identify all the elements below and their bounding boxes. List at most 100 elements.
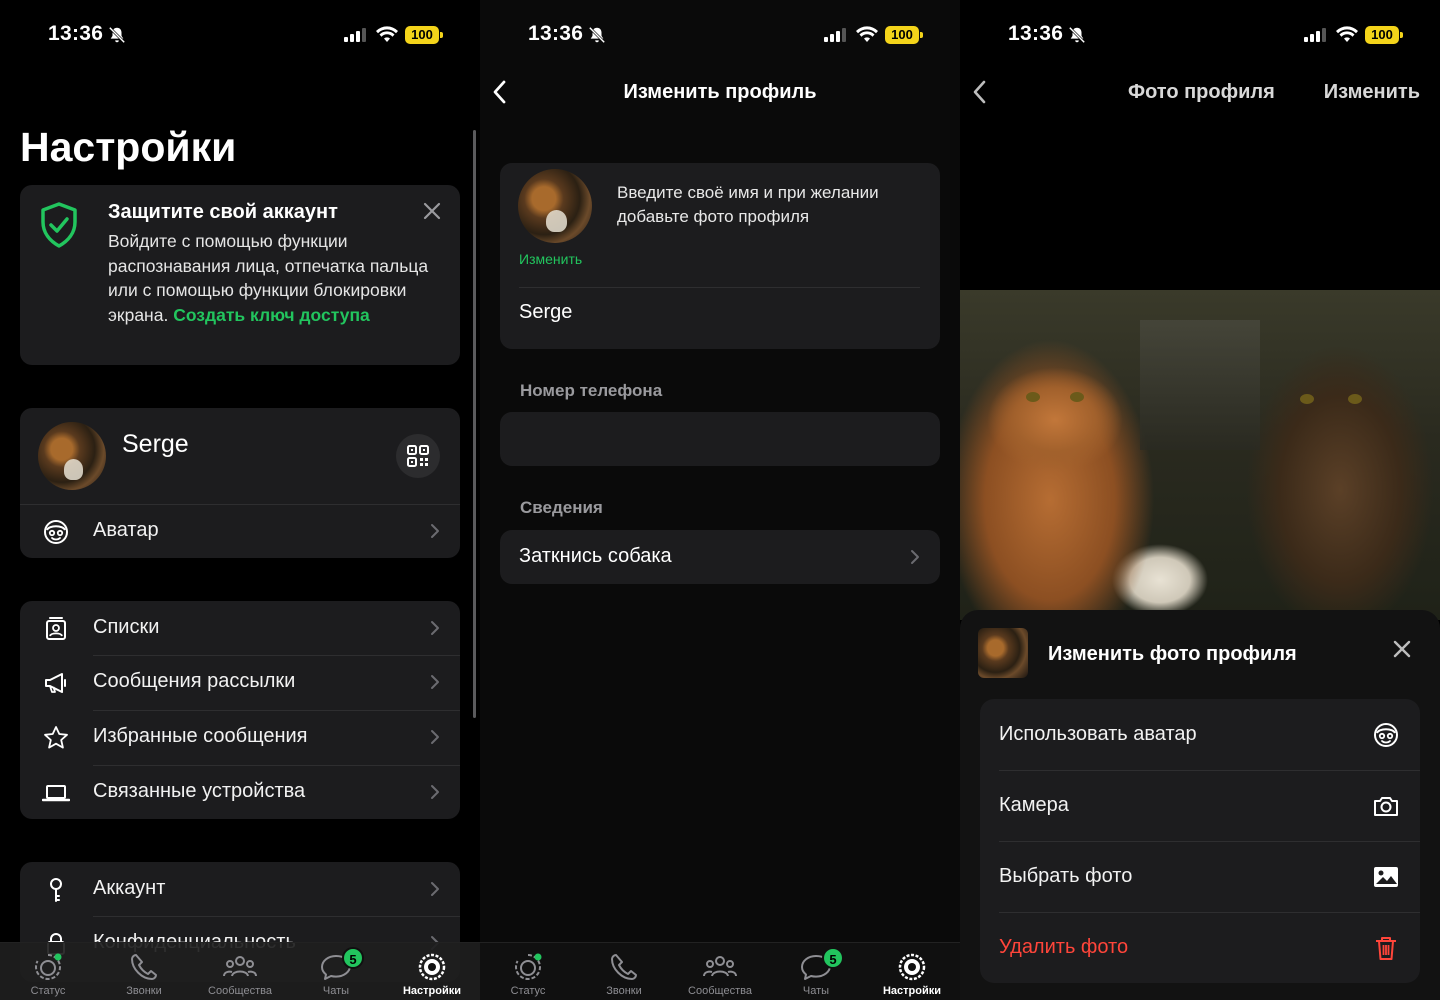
- chevron-right-icon: [431, 524, 439, 538]
- tab-label: Сообщества: [688, 985, 752, 997]
- about-label: Сведения: [520, 498, 603, 517]
- chevron-right-icon: [431, 730, 439, 744]
- avatar-face-icon: [44, 520, 68, 544]
- wifi-icon: [1336, 26, 1358, 42]
- change-photo-sheet: Изменить фото профиля Использовать авата…: [960, 610, 1440, 1000]
- qr-code-icon: [407, 445, 429, 467]
- tab-communities[interactable]: Сообщества: [672, 951, 768, 997]
- settings-item-label: Связанные устройства: [93, 780, 306, 802]
- protect-title: Защитите свой аккаунт: [108, 201, 338, 223]
- settings-item-lists[interactable]: Списки: [20, 601, 460, 655]
- battery-indicator: 100: [405, 26, 443, 44]
- avatar-face-icon: [1374, 723, 1398, 747]
- delete-photo-option[interactable]: Удалить фото: [980, 912, 1420, 983]
- profile-photo-screen: 13:36 100 Фото профиля Изменить Изменить…: [960, 0, 1440, 1000]
- signal-icon: [344, 28, 366, 42]
- option-label: Камера: [999, 794, 1069, 816]
- status-bar: 13:36 100: [0, 20, 480, 52]
- choose-photo-option[interactable]: Выбрать фото: [980, 841, 1420, 912]
- close-icon: [1393, 640, 1411, 658]
- megaphone-icon: [45, 673, 66, 693]
- tab-label: Звонки: [126, 985, 162, 997]
- avatar[interactable]: [38, 422, 106, 490]
- settings-item-starred[interactable]: Избранные сообщения: [20, 710, 460, 764]
- signal-icon: [1304, 28, 1326, 42]
- tab-status[interactable]: Статус: [0, 951, 96, 997]
- settings-gear-icon: [418, 953, 446, 981]
- tab-label: Статус: [510, 985, 546, 997]
- battery-indicator: 100: [885, 26, 923, 44]
- tab-label: Настройки: [882, 985, 942, 997]
- bell-muted-icon: [108, 26, 126, 44]
- settings-item-linked-devices[interactable]: Связанные устройства: [20, 765, 460, 819]
- close-icon[interactable]: [422, 201, 442, 221]
- shield-check-icon: [41, 202, 77, 248]
- close-button[interactable]: [1382, 634, 1422, 664]
- edit-photo-link[interactable]: Изменить: [519, 251, 582, 267]
- tab-label: Чаты: [322, 985, 350, 997]
- settings-item-label: Списки: [93, 616, 160, 638]
- tab-chats[interactable]: 5 Чаты: [288, 947, 384, 997]
- use-avatar-option[interactable]: Использовать аватар: [980, 699, 1420, 770]
- avatar[interactable]: [518, 169, 592, 243]
- page-title: Изменить профиль: [623, 81, 817, 103]
- sheet-thumbnail: [978, 628, 1028, 678]
- tab-settings[interactable]: Настройки: [384, 951, 480, 997]
- unread-badge: 5: [822, 947, 844, 969]
- tab-communities[interactable]: Сообщества: [192, 951, 288, 997]
- protect-text: Войдите с помощью функции распознавания …: [108, 229, 438, 327]
- profile-card[interactable]: Serge Аватар: [20, 408, 460, 558]
- bell-muted-icon: [588, 26, 606, 44]
- about-row[interactable]: Заткнись собака: [500, 530, 940, 584]
- phone-field[interactable]: [500, 412, 940, 466]
- tab-calls[interactable]: Звонки: [576, 951, 672, 997]
- tab-status[interactable]: Статус: [480, 951, 576, 997]
- signal-icon: [824, 28, 846, 42]
- settings-item-account[interactable]: Аккаунт: [20, 862, 460, 916]
- scrollbar[interactable]: [473, 130, 476, 718]
- option-label: Выбрать фото: [999, 865, 1133, 887]
- qr-code-button[interactable]: [396, 434, 440, 478]
- protect-account-card: Защитите свой аккаунт Войдите с помощью …: [20, 185, 460, 365]
- status-bar: 13:36 100: [480, 20, 960, 52]
- lists-card: Списки Сообщения рассылки Избранные сооб…: [20, 601, 460, 819]
- create-passkey-link[interactable]: Создать ключ доступа: [173, 305, 370, 325]
- sheet-title: Изменить фото профиля: [1048, 643, 1297, 665]
- photo-detail: [1070, 392, 1084, 402]
- tab-bar: Статус Звонки Сообщества 5 Чаты Настройк…: [480, 942, 960, 1000]
- divider: [519, 287, 920, 288]
- chevron-right-icon: [431, 675, 439, 689]
- option-label: Удалить фото: [999, 936, 1129, 958]
- tab-calls[interactable]: Звонки: [96, 951, 192, 997]
- communities-icon: [223, 956, 257, 977]
- unread-badge: 5: [342, 947, 364, 969]
- contacts-list-icon: [46, 617, 66, 640]
- edit-profile-screen: 13:36 100 Изменить профиль Изменить Введ…: [480, 0, 960, 1000]
- tab-label: Настройки: [402, 985, 462, 997]
- tab-settings[interactable]: Настройки: [864, 951, 960, 997]
- edit-hint: Введите своё имя и при желании добавьте …: [617, 183, 879, 226]
- settings-item-label: Аккаунт: [93, 877, 166, 899]
- wifi-icon: [376, 26, 398, 42]
- profile-photo: [960, 290, 1440, 620]
- laptop-icon: [42, 785, 70, 802]
- chevron-right-icon: [431, 621, 439, 635]
- star-icon: [44, 726, 68, 749]
- chevron-right-icon: [911, 550, 919, 564]
- status-time: 13:36: [48, 22, 104, 45]
- tab-chats[interactable]: 5 Чаты: [768, 947, 864, 997]
- tab-label: Чаты: [802, 985, 830, 997]
- settings-item-label: Избранные сообщения: [93, 725, 308, 747]
- avatar-row[interactable]: Аватар: [20, 504, 460, 558]
- back-chevron-icon[interactable]: [970, 78, 990, 106]
- status-bar: 13:36 100: [960, 20, 1440, 52]
- name-input[interactable]: Serge: [519, 301, 572, 324]
- tab-bar: Статус Звонки Сообщества 5 Чаты Настройк…: [0, 942, 480, 1000]
- settings-screen: 13:36 100 Настройки Защитите свой аккаун…: [0, 0, 480, 1000]
- photo-icon: [1374, 867, 1398, 887]
- camera-option[interactable]: Камера: [980, 770, 1420, 841]
- profile-name: Serge: [122, 430, 189, 458]
- edit-button[interactable]: Изменить: [1324, 81, 1420, 104]
- photo-options: Использовать аватар Камера Выбрать фото …: [980, 699, 1420, 983]
- settings-item-broadcasts[interactable]: Сообщения рассылки: [20, 655, 460, 709]
